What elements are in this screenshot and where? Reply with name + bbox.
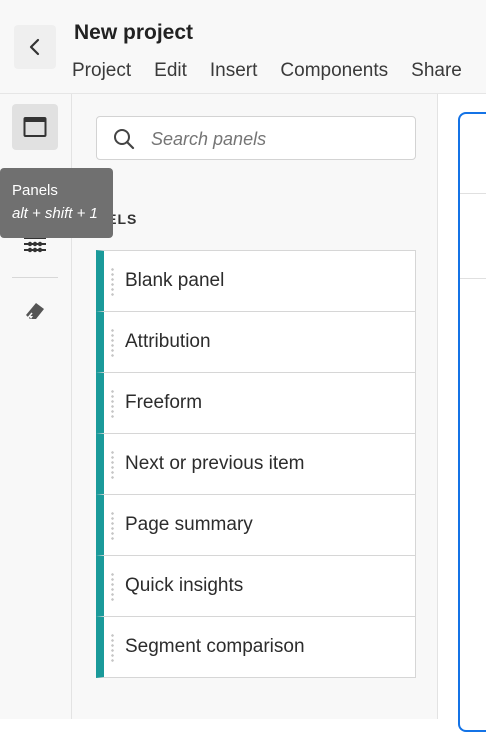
list-item-label: Page summary (125, 514, 253, 535)
search-icon (114, 129, 135, 150)
list-item-label: Freeform (125, 392, 203, 413)
menu-components[interactable]: Components (280, 60, 388, 82)
panel-list: Blank panel Attribution Freeform Next or… (96, 250, 416, 678)
workspace-canvas[interactable] (438, 94, 486, 732)
list-item-label: Next or previous item (125, 453, 305, 474)
list-item[interactable]: Segment comparison (96, 616, 416, 678)
list-item[interactable]: Blank panel (96, 250, 416, 312)
drag-handle-icon[interactable] (111, 633, 114, 663)
drag-handle-icon[interactable] (111, 450, 114, 480)
menu-insert[interactable]: Insert (210, 60, 258, 82)
search-box (96, 116, 416, 160)
rail-divider (12, 277, 58, 278)
tooltip-shortcut: alt + shift + 1 (12, 205, 98, 222)
drag-handle-icon[interactable] (111, 389, 114, 419)
app-header: New project Project Edit Insert Componen… (0, 0, 486, 94)
divider (460, 193, 486, 194)
drag-handle-icon[interactable] (111, 572, 114, 602)
list-item[interactable]: Attribution (96, 311, 416, 373)
search-input[interactable] (149, 125, 403, 153)
menu-edit[interactable]: Edit (154, 60, 187, 82)
menu-share[interactable]: Share (411, 60, 462, 82)
drag-handle-icon[interactable] (111, 267, 114, 297)
panels-tooltip: Panels alt + shift + 1 (0, 168, 113, 238)
panels-icon (23, 117, 47, 137)
selected-panel-card[interactable] (458, 112, 486, 732)
rail-components-button[interactable] (12, 287, 58, 333)
tooltip-title: Panels (12, 182, 58, 199)
list-item[interactable]: Next or previous item (96, 433, 416, 495)
list-item-label: Segment comparison (125, 636, 305, 657)
menu-project[interactable]: Project (72, 60, 131, 82)
list-item[interactable]: Freeform (96, 372, 416, 434)
panels-panel: NELS Blank panel Attribution Freeform Ne… (72, 94, 438, 719)
project-title: New project (74, 21, 194, 44)
back-button[interactable] (14, 25, 56, 69)
divider (460, 278, 486, 279)
rail-panels-button[interactable] (12, 104, 58, 150)
list-item-label: Blank panel (125, 270, 225, 291)
chevron-left-icon (29, 38, 40, 56)
components-icon (26, 303, 44, 320)
menu-bar: Project Edit Insert Components Share H (72, 60, 486, 82)
list-item[interactable]: Page summary (96, 494, 416, 556)
list-item[interactable]: Quick insights (96, 555, 416, 617)
drag-handle-icon[interactable] (111, 511, 114, 541)
list-item-label: Quick insights (125, 575, 244, 596)
drag-handle-icon[interactable] (111, 328, 114, 358)
list-item-label: Attribution (125, 331, 211, 352)
